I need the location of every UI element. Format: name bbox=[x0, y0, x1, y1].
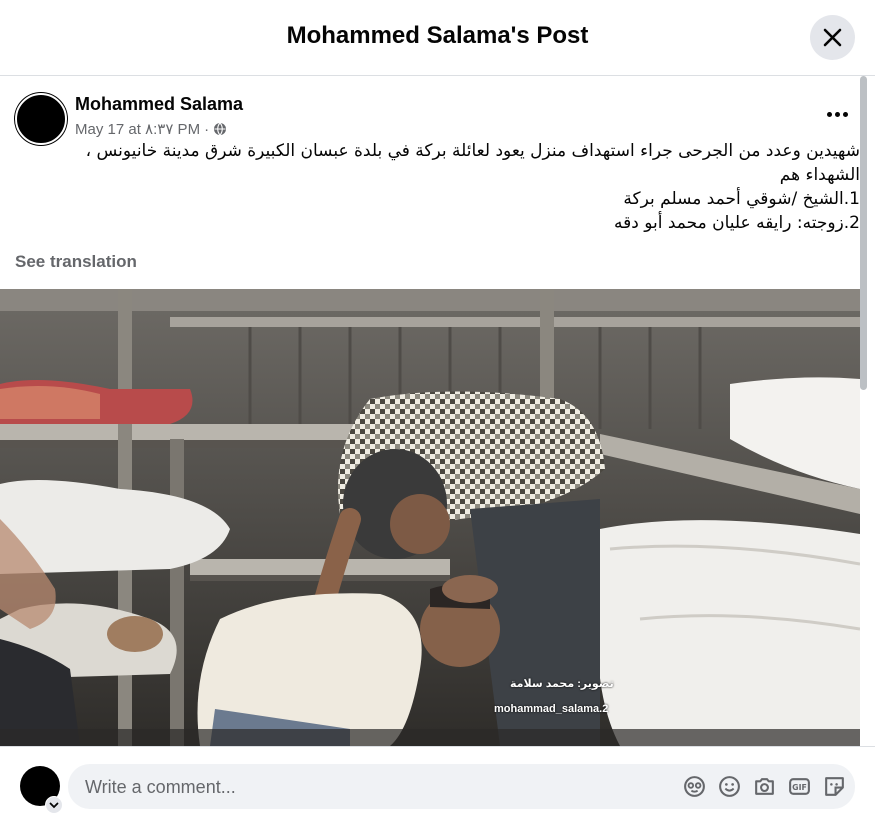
post-text: شهيدين وعدد من الجرحى جراء استهداف منزل … bbox=[15, 139, 860, 235]
gif-icon[interactable]: GIF bbox=[787, 774, 812, 799]
more-dot-icon bbox=[835, 112, 840, 117]
camera-icon[interactable] bbox=[752, 774, 777, 799]
see-translation-link[interactable]: See translation bbox=[15, 252, 137, 272]
close-button[interactable] bbox=[810, 15, 855, 60]
post-timestamp[interactable]: May 17 at ٨:٣٧ PM bbox=[75, 120, 200, 138]
profile-switch-button[interactable] bbox=[45, 796, 63, 814]
comment-input[interactable] bbox=[83, 776, 667, 799]
author-avatar[interactable] bbox=[15, 93, 67, 145]
more-dot-icon bbox=[827, 112, 832, 117]
author-name[interactable]: Mohammed Salama bbox=[75, 94, 243, 115]
post-text-line: الشهداء هم bbox=[779, 165, 860, 185]
globe-icon[interactable] bbox=[213, 122, 227, 136]
svg-text:GIF: GIF bbox=[792, 783, 807, 792]
scrollbar-thumb[interactable] bbox=[860, 76, 867, 390]
comment-actions: GIF bbox=[682, 774, 847, 799]
photo-watermark-handle: mohammad_salama.2 bbox=[494, 703, 609, 715]
emoji-icon[interactable] bbox=[717, 774, 742, 799]
dialog-title: Mohammed Salama's Post bbox=[286, 22, 589, 49]
post-meta: May 17 at ٨:٣٧ PM · bbox=[75, 120, 227, 138]
avatar-sticker-icon[interactable] bbox=[682, 774, 707, 799]
photo-watermark-arabic: تصوير: محمد سلامة bbox=[510, 678, 614, 690]
post-text-line: 1.الشيخ /شوقي أحمد مسلم بركة bbox=[623, 189, 860, 209]
dialog-header: Mohammed Salama's Post bbox=[0, 0, 875, 76]
photo-illustration bbox=[0, 289, 860, 746]
chevron-down-icon bbox=[49, 802, 59, 809]
comment-bar: GIF bbox=[0, 746, 875, 833]
more-dot-icon bbox=[843, 112, 848, 117]
more-options-button[interactable] bbox=[818, 99, 858, 129]
post-photo[interactable]: تصوير: محمد سلامة mohammad_salama.2 bbox=[0, 289, 860, 746]
meta-separator: · bbox=[204, 120, 210, 138]
post-text-line: شهيدين وعدد من الجرحى جراء استهداف منزل … bbox=[85, 141, 860, 161]
close-icon bbox=[823, 28, 842, 47]
comment-box[interactable]: GIF bbox=[68, 764, 855, 809]
post-text-line: 2.زوجته: رايقه عليان محمد أبو دقه bbox=[614, 213, 860, 233]
sticker-icon[interactable] bbox=[822, 774, 847, 799]
